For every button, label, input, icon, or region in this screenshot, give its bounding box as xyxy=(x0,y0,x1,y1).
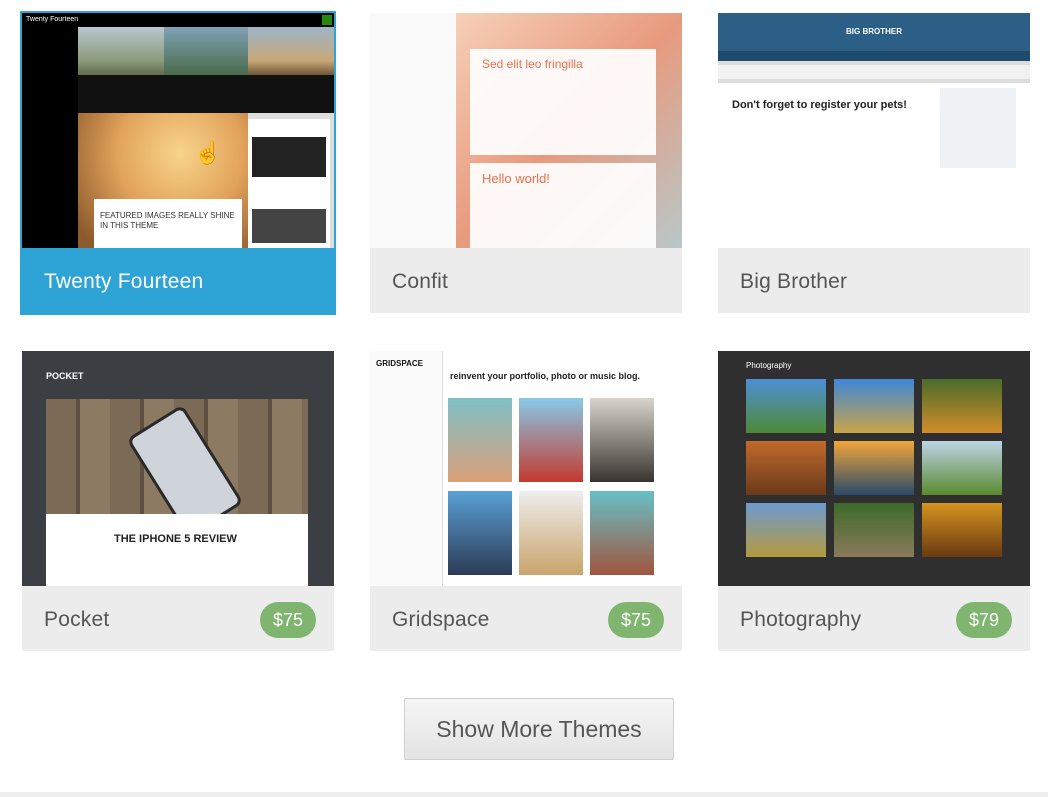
theme-name: Pocket xyxy=(44,608,110,631)
theme-caption[interactable]: Confit xyxy=(370,248,682,313)
preview-sidebar xyxy=(370,13,456,248)
theme-caption[interactable]: Gridspace $75 xyxy=(370,586,682,651)
theme-card-gridspace[interactable]: GRIDSPACE reinvent your portfolio, photo… xyxy=(370,351,682,651)
theme-caption[interactable]: Pocket $75 xyxy=(22,586,334,651)
preview-site-title: Twenty Fourteen xyxy=(26,16,79,23)
theme-name: Gridspace xyxy=(392,608,490,631)
theme-preview-image[interactable]: POCKET THE IPHONE 5 REVIEW xyxy=(22,351,334,586)
theme-preview-image[interactable]: GRIDSPACE reinvent your portfolio, photo… xyxy=(370,351,682,586)
theme-preview-image[interactable]: BIG BROTHER Don't forget to register you… xyxy=(718,13,1030,248)
theme-name: Twenty Fourteen xyxy=(44,270,204,293)
preview-site-title: POCKET xyxy=(46,371,84,381)
hand-cursor-icon: ☝ xyxy=(194,140,222,165)
theme-name: Big Brother xyxy=(740,270,848,293)
preview-site-title: Photography xyxy=(746,361,792,370)
preview-post-title: Don't forget to register your pets! xyxy=(732,99,907,111)
theme-name: Photography xyxy=(740,608,862,631)
theme-caption[interactable]: Big Brother xyxy=(718,248,1030,313)
show-more-themes-button[interactable]: Show More Themes xyxy=(404,698,674,760)
preview-post-title: THE IPHONE 5 REVIEW xyxy=(114,533,237,545)
theme-caption[interactable]: Photography $79 xyxy=(718,586,1030,651)
theme-card-twenty-fourteen[interactable]: Twenty Fourteen FEATURED IMAGES REALLY S… xyxy=(20,11,336,315)
theme-preview-image[interactable]: Photography xyxy=(718,351,1030,586)
preview-post-title-1: Sed elit leo fringilla xyxy=(482,57,583,71)
theme-preview-image[interactable]: Sed elit leo fringilla Hello world! xyxy=(370,13,682,248)
preview-post-title-2: Hello world! xyxy=(482,171,550,186)
preview-post-title: FEATURED IMAGES REALLY SHINE IN THIS THE… xyxy=(100,211,235,230)
preview-sidebar xyxy=(22,13,78,248)
preview-sidebar xyxy=(370,351,443,586)
preview-site-title: BIG BROTHER xyxy=(846,27,902,36)
theme-caption[interactable]: Twenty Fourteen xyxy=(22,248,334,313)
price-badge: $75 xyxy=(260,602,316,638)
price-badge: $79 xyxy=(956,602,1012,638)
price-badge: $75 xyxy=(608,602,664,638)
footer-divider xyxy=(0,792,1048,797)
theme-name: Confit xyxy=(392,270,449,293)
theme-card-big-brother[interactable]: BIG BROTHER Don't forget to register you… xyxy=(718,13,1030,313)
theme-card-confit[interactable]: Sed elit leo fringilla Hello world! Conf… xyxy=(370,13,682,313)
preview-site-title: GRIDSPACE xyxy=(376,359,423,368)
theme-preview-image[interactable]: Twenty Fourteen FEATURED IMAGES REALLY S… xyxy=(22,13,334,248)
preview-tagline: reinvent your portfolio, photo or music … xyxy=(450,371,640,381)
theme-card-photography[interactable]: Photography Photography $79 xyxy=(718,351,1030,651)
preview-topbar xyxy=(78,13,334,27)
theme-card-pocket[interactable]: POCKET THE IPHONE 5 REVIEW Pocket $75 xyxy=(22,351,334,651)
